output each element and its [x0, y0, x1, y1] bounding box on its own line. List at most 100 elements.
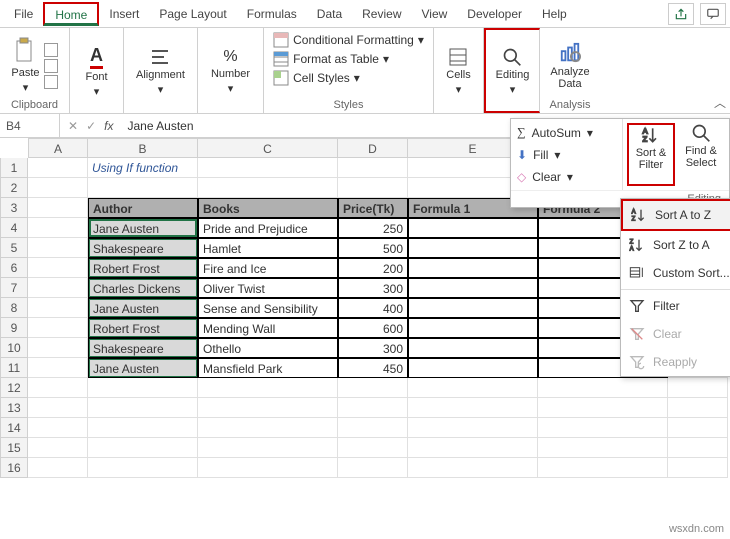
cell[interactable]: Author	[88, 198, 198, 218]
cell[interactable]	[198, 418, 338, 438]
fill-button[interactable]: ⬇Fill▾	[517, 146, 616, 164]
cell[interactable]: Othello	[198, 338, 338, 358]
cell[interactable]	[28, 298, 88, 318]
row-header[interactable]: 15	[0, 438, 28, 458]
cell[interactable]	[408, 398, 538, 418]
share-button[interactable]	[668, 3, 694, 25]
col-header-A[interactable]: A	[28, 138, 88, 158]
cell[interactable]: Mansfield Park	[198, 358, 338, 378]
cell[interactable]: Fire and Ice	[198, 258, 338, 278]
cell[interactable]	[28, 318, 88, 338]
filter-button[interactable]: Filter	[621, 292, 730, 320]
row-header[interactable]: 13	[0, 398, 28, 418]
cell[interactable]	[198, 398, 338, 418]
cell[interactable]	[28, 438, 88, 458]
row-header[interactable]: 7	[0, 278, 28, 298]
cell[interactable]: 300	[338, 338, 408, 358]
cell[interactable]	[198, 378, 338, 398]
cell[interactable]	[198, 178, 338, 198]
row-header[interactable]: 3	[0, 198, 28, 218]
cell[interactable]	[88, 398, 198, 418]
tab-insert[interactable]: Insert	[99, 3, 149, 25]
cell[interactable]	[338, 418, 408, 438]
cell[interactable]	[88, 438, 198, 458]
cell[interactable]	[408, 278, 538, 298]
cell[interactable]: 400	[338, 298, 408, 318]
editing-group-button[interactable]: Editing ▾	[496, 47, 530, 96]
cell[interactable]: Price(Tk)	[338, 198, 408, 218]
cell[interactable]	[88, 418, 198, 438]
cell[interactable]	[88, 378, 198, 398]
sort-a-to-z[interactable]: AZ Sort A to Z	[621, 199, 730, 231]
cell[interactable]	[408, 318, 538, 338]
cell[interactable]	[338, 378, 408, 398]
cell[interactable]	[668, 458, 728, 478]
cell[interactable]: Jane Austen	[88, 358, 198, 378]
cell[interactable]	[538, 418, 668, 438]
cell[interactable]: 500	[338, 238, 408, 258]
cell[interactable]	[28, 238, 88, 258]
cell[interactable]	[538, 438, 668, 458]
cell[interactable]	[28, 218, 88, 238]
cell[interactable]: Books	[198, 198, 338, 218]
tab-data[interactable]: Data	[307, 3, 352, 25]
find-select-button[interactable]: Find & Select	[677, 123, 725, 186]
tab-page-layout[interactable]: Page Layout	[149, 3, 236, 25]
cut-button[interactable]	[44, 43, 58, 57]
cancel-formula-icon[interactable]: ✕	[68, 119, 78, 133]
font-group-button[interactable]: A Font ▾	[85, 45, 107, 98]
cell[interactable]	[28, 158, 88, 178]
cell[interactable]	[28, 338, 88, 358]
copy-button[interactable]	[44, 59, 58, 73]
row-header[interactable]: 8	[0, 298, 28, 318]
cell[interactable]	[338, 438, 408, 458]
cell[interactable]: Jane Austen	[88, 298, 198, 318]
cell[interactable]	[28, 458, 88, 478]
cell[interactable]	[538, 398, 668, 418]
cell[interactable]: Robert Frost	[88, 318, 198, 338]
row-header[interactable]: 10	[0, 338, 28, 358]
cell[interactable]	[408, 298, 538, 318]
col-header-D[interactable]: D	[338, 138, 408, 158]
cell[interactable]	[88, 458, 198, 478]
conditional-formatting-button[interactable]: Conditional Formatting▾	[273, 32, 424, 48]
cell[interactable]: Charles Dickens	[88, 278, 198, 298]
autosum-button[interactable]: ∑AutoSum▾	[517, 123, 616, 142]
cell[interactable]	[198, 158, 338, 178]
cell[interactable]: Pride and Prejudice	[198, 218, 338, 238]
tab-developer[interactable]: Developer	[457, 3, 532, 25]
row-header[interactable]: 12	[0, 378, 28, 398]
col-header-B[interactable]: B	[88, 138, 198, 158]
cells-group-button[interactable]: Cells ▾	[446, 47, 470, 96]
cell[interactable]	[198, 438, 338, 458]
col-header-C[interactable]: C	[198, 138, 338, 158]
cell[interactable]	[408, 438, 538, 458]
cell[interactable]	[28, 358, 88, 378]
cell[interactable]: 450	[338, 358, 408, 378]
number-group-button[interactable]: % Number ▾	[211, 48, 250, 95]
cell[interactable]	[538, 458, 668, 478]
cell[interactable]	[668, 438, 728, 458]
cell[interactable]	[338, 458, 408, 478]
tab-review[interactable]: Review	[352, 3, 411, 25]
cell[interactable]	[668, 378, 728, 398]
cell[interactable]	[28, 178, 88, 198]
cell[interactable]	[408, 258, 538, 278]
row-header[interactable]: 1	[0, 158, 28, 178]
row-header[interactable]: 5	[0, 238, 28, 258]
row-header[interactable]: 9	[0, 318, 28, 338]
tab-help[interactable]: Help	[532, 3, 577, 25]
collapse-ribbon-icon[interactable]: ︿	[714, 94, 726, 111]
name-box[interactable]: B4	[0, 114, 60, 137]
sort-filter-button[interactable]: AZ Sort & Filter	[627, 123, 675, 186]
format-painter-button[interactable]	[44, 75, 58, 89]
cell[interactable]: Shakespeare	[88, 238, 198, 258]
cell[interactable]	[408, 458, 538, 478]
analyze-data-button[interactable]: Analyze Data	[546, 42, 594, 90]
sort-z-to-a[interactable]: ZA Sort Z to A	[621, 231, 730, 259]
cell[interactable]: 600	[338, 318, 408, 338]
cell[interactable]	[28, 378, 88, 398]
tab-view[interactable]: View	[412, 3, 458, 25]
cell[interactable]: Oliver Twist	[198, 278, 338, 298]
format-as-table-button[interactable]: Format as Table▾	[273, 51, 389, 67]
